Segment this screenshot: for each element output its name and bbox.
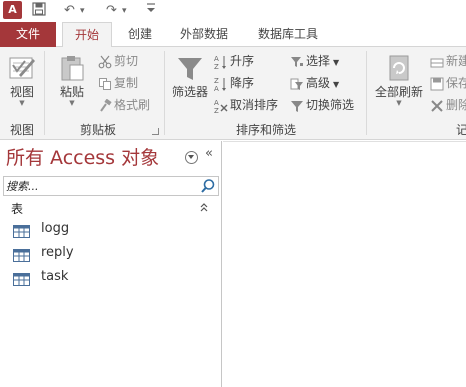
copy-label: 复制: [114, 76, 139, 90]
view-dropdown-icon: ▼: [19, 99, 25, 107]
nav-item-label: task: [41, 269, 69, 284]
search-input[interactable]: [6, 178, 196, 194]
advanced-filter-button[interactable]: 高级 ▼: [290, 73, 339, 93]
collapse-group-icon[interactable]: [199, 200, 209, 218]
paintbrush-icon: [100, 98, 112, 112]
ribbon-tab-bar: 文件 开始 创建 外部数据 数据库工具: [0, 22, 466, 48]
sort-descending-label: 降序: [230, 76, 255, 90]
table-icon: [13, 270, 30, 294]
quick-access-toolbar: A ↶ ▾ ↷ ▾: [0, 0, 466, 22]
cut-label: 剪切: [114, 54, 139, 68]
paste-button[interactable]: 粘贴 ▼: [52, 53, 92, 107]
ribbon: 视图 ▼ 视图 粘贴 ▼ 剪切 复制 格式刷 剪贴板 筛选器 A Z 升序 Z …: [0, 47, 466, 140]
refresh-all-icon: [389, 55, 409, 81]
sort-descending-icon: ZA: [214, 77, 226, 92]
nav-item-label: reply: [41, 245, 74, 260]
clear-sort-label: 取消排序: [230, 98, 279, 112]
cut-button[interactable]: 剪切: [98, 51, 138, 71]
delete-record-label: 删除: [446, 98, 466, 112]
search-icon[interactable]: [200, 178, 217, 194]
delete-icon: [431, 99, 443, 112]
toggle-filter-label: 切换筛选: [306, 98, 355, 112]
save-record-button[interactable]: 保存: [430, 73, 466, 93]
svg-text:Z: Z: [214, 63, 219, 70]
selection-filter-button[interactable]: 选择 ▼: [290, 51, 339, 71]
customize-toolbar-icon[interactable]: [146, 2, 156, 20]
new-record-label: 新建: [446, 54, 466, 68]
group-label-sort-filter: 排序和筛选: [235, 123, 296, 137]
nav-item-task[interactable]: task: [0, 265, 218, 289]
selection-filter-icon: [291, 56, 303, 67]
document-area-border: [223, 141, 466, 142]
sort-ascending-button[interactable]: AZ 升序: [214, 51, 254, 71]
filter-label: 筛选器: [171, 85, 208, 99]
filter-button[interactable]: 筛选器: [168, 53, 212, 99]
sort-ascending-label: 升序: [230, 54, 255, 68]
tab-file[interactable]: 文件: [0, 22, 56, 47]
access-app-icon[interactable]: A: [3, 1, 22, 19]
copy-icon: [99, 77, 111, 90]
clear-sort-button[interactable]: AZ 取消排序: [214, 95, 278, 115]
paste-dropdown-icon: ▼: [69, 99, 75, 107]
view-icon: [9, 57, 35, 79]
selection-filter-label: 选择: [306, 54, 331, 68]
view-button[interactable]: 视图 ▼: [4, 53, 40, 107]
new-record-button[interactable]: 新建: [430, 51, 466, 71]
clear-sort-icon: AZ: [214, 99, 228, 114]
group-label-clipboard: 剪贴板: [79, 123, 116, 137]
svg-text:A: A: [214, 85, 219, 92]
group-divider: [44, 51, 45, 135]
tab-home[interactable]: 开始: [62, 22, 112, 48]
nav-pane-title[interactable]: 所有 Access 对象: [6, 145, 159, 171]
group-label-views: 视图: [9, 123, 34, 137]
new-record-icon: [430, 58, 444, 67]
nav-item-label: logg: [41, 221, 70, 236]
svg-text:Z: Z: [214, 77, 219, 85]
nav-item-logg[interactable]: logg: [0, 217, 218, 241]
sort-ascending-icon: AZ: [214, 55, 226, 70]
navigation-pane: 所有 Access 对象 « 表 logg reply task: [0, 141, 222, 387]
svg-text:A: A: [214, 99, 219, 107]
advanced-filter-label: 高级: [306, 76, 331, 90]
document-area: [223, 141, 466, 387]
tables-group-label: 表: [11, 202, 24, 216]
save-record-icon: [430, 77, 444, 90]
group-divider: [366, 51, 367, 135]
toggle-filter-icon: [291, 100, 303, 112]
toggle-filter-button[interactable]: 切换筛选: [290, 95, 354, 115]
funnel-icon: [178, 58, 202, 80]
view-label: 视图: [9, 85, 34, 99]
format-painter-label: 格式刷: [114, 98, 151, 112]
svg-text:A: A: [214, 55, 219, 63]
format-painter-button[interactable]: 格式刷: [98, 95, 150, 115]
nav-item-reply[interactable]: reply: [0, 241, 218, 265]
paste-icon: [61, 56, 84, 81]
undo-dropdown-icon[interactable]: ▾: [80, 2, 85, 20]
tab-create[interactable]: 创建: [118, 22, 162, 47]
collapse-pane-icon[interactable]: «: [205, 146, 213, 161]
tables-group-header[interactable]: 表: [0, 200, 218, 218]
group-label-records: 记: [456, 123, 466, 137]
refresh-all-dropdown-icon: ▼: [396, 99, 402, 107]
delete-record-button[interactable]: 删除: [430, 95, 466, 115]
tab-database-tools[interactable]: 数据库工具: [248, 22, 328, 47]
search-box: [3, 176, 219, 196]
refresh-all-label: 全部刷新: [374, 85, 423, 99]
redo-icon[interactable]: ↷: [106, 2, 117, 20]
scissors-icon: [98, 55, 112, 68]
redo-dropdown-icon[interactable]: ▾: [122, 2, 127, 20]
sort-descending-button[interactable]: ZA 降序: [214, 73, 254, 93]
copy-button[interactable]: 复制: [98, 73, 138, 93]
paste-label: 粘贴: [59, 85, 84, 99]
svg-text:Z: Z: [214, 107, 219, 114]
refresh-all-button[interactable]: 全部刷新 ▼: [372, 53, 426, 107]
clipboard-dialog-launcher-icon[interactable]: [152, 128, 159, 135]
group-divider: [164, 51, 165, 135]
nav-menu-dropdown-icon[interactable]: [185, 151, 198, 164]
save-icon[interactable]: [32, 2, 46, 20]
save-record-label: 保存: [446, 76, 466, 90]
advanced-filter-icon: [290, 78, 303, 90]
tab-external-data[interactable]: 外部数据: [170, 22, 238, 47]
undo-icon[interactable]: ↶: [64, 2, 75, 20]
